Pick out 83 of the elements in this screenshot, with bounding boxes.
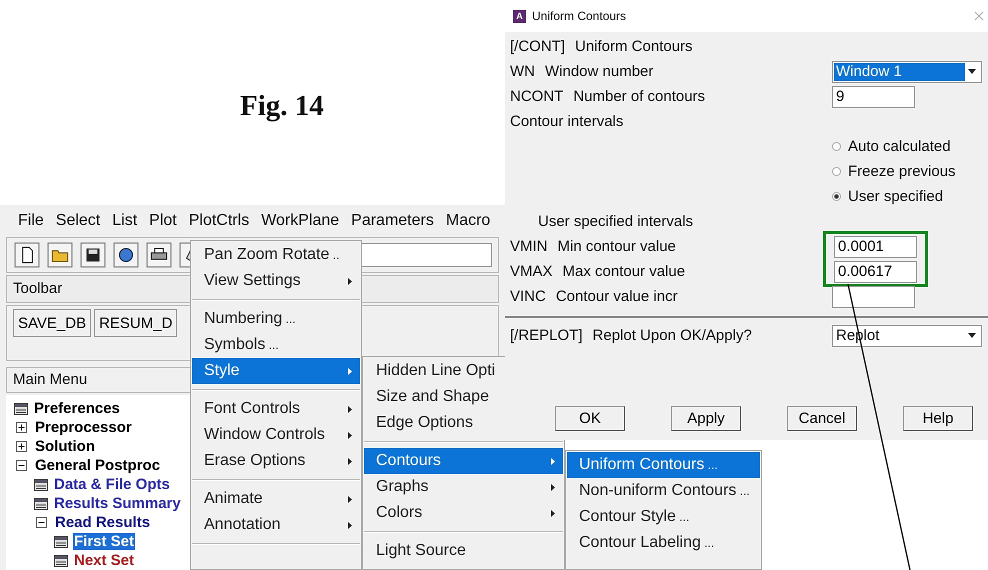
input-field[interactable]: 0.0001: [834, 236, 917, 258]
input-field[interactable]: 9: [832, 86, 915, 108]
menu-bar-item[interactable]: PlotCtrls: [182, 212, 256, 230]
parameter-code: NCONT: [510, 88, 564, 105]
menu-item[interactable]: Light Source: [364, 538, 563, 564]
dropdown-field[interactable]: Window 1: [832, 60, 982, 82]
menu-item[interactable]: Colors: [364, 500, 563, 526]
menu-item[interactable]: Animate: [192, 486, 360, 512]
new-file-icon[interactable]: [13, 242, 41, 268]
printer-icon[interactable]: [145, 242, 173, 268]
dialog-button[interactable]: Apply: [671, 406, 741, 431]
input-field[interactable]: [832, 286, 915, 308]
tree-item[interactable]: Data & File Opts: [53, 476, 171, 493]
expand-icon[interactable]: [16, 441, 27, 452]
parameter-code: WN: [510, 63, 535, 80]
form-icon: [54, 554, 68, 566]
form-icon: [54, 536, 68, 548]
menu-item[interactable]: Erase Options: [192, 448, 360, 474]
radio-button[interactable]: [832, 142, 841, 151]
app-icon: A: [513, 10, 526, 22]
menu-bar-item[interactable]: File: [12, 212, 50, 230]
folder-icon[interactable]: [46, 242, 74, 268]
tree-item[interactable]: Next Set: [73, 552, 136, 569]
form-icon: [14, 402, 28, 414]
menu-bar-item[interactable]: Macro: [440, 212, 496, 230]
collapse-icon[interactable]: [36, 517, 47, 528]
radio-option[interactable]: Auto calculated: [832, 138, 951, 155]
field-label: Window number: [545, 63, 654, 80]
radio-option[interactable]: Freeze previous: [832, 163, 956, 180]
section-label: Uniform Contours: [575, 38, 693, 55]
menu-item[interactable]: Contour Labeling ...: [567, 530, 760, 556]
field-label: Contour value incr: [556, 288, 678, 305]
section-label: User specified intervals: [538, 213, 694, 230]
section-label: Contour intervals: [510, 113, 624, 130]
tree-item[interactable]: General Postproc: [34, 457, 162, 474]
parameter-code: VINC: [510, 288, 546, 305]
parameter-code: VMAX: [510, 263, 553, 280]
menu-item[interactable]: Style: [192, 358, 360, 384]
menu-bar-item[interactable]: Plot: [143, 212, 183, 230]
radio-button[interactable]: [832, 167, 841, 176]
parameter-code: [/REPLOT]: [510, 327, 583, 344]
tree-item[interactable]: Results Summary: [53, 495, 182, 512]
input-field[interactable]: 0.00617: [834, 260, 917, 282]
field-label: Min contour value: [558, 238, 676, 255]
figure-caption: Fig. 14: [240, 90, 324, 123]
parameter-code: [/CONT]: [510, 38, 565, 55]
parameter-code: VMIN: [510, 238, 548, 255]
tree-item[interactable]: First Set: [73, 533, 136, 550]
menu-item[interactable]: Annotation: [192, 512, 360, 538]
toolbar-button[interactable]: RESUM_D: [94, 309, 178, 337]
menu-item[interactable]: Graphs: [364, 474, 563, 500]
menu-item[interactable]: Font Controls: [192, 396, 360, 422]
window-title: Uniform Contours: [532, 9, 628, 23]
menu-bar-item[interactable]: Select: [50, 212, 106, 230]
form-icon: [34, 478, 48, 490]
form-icon: [34, 498, 48, 510]
menu-item[interactable]: Symbols ...: [192, 332, 360, 358]
tree-item[interactable]: Preprocessor: [34, 419, 133, 436]
toolbar-button[interactable]: SAVE_DB: [13, 309, 92, 337]
caret-icon: [968, 333, 976, 338]
field-label: Number of contours: [573, 88, 706, 105]
field-label: Replot Upon OK/Apply?: [592, 327, 752, 344]
menu-item[interactable]: Window Controls: [192, 422, 360, 448]
menu-bar-item[interactable]: WorkPlane: [255, 212, 346, 230]
radio-button[interactable]: [832, 192, 841, 201]
field-label: Max contour value: [562, 263, 686, 280]
menu-item[interactable]: Non-uniform Contours ...: [567, 478, 760, 504]
menu-item[interactable]: Numbering ...: [192, 306, 360, 332]
menu-bar-item[interactable]: Parameters: [345, 212, 440, 230]
menu-item[interactable]: Contours: [364, 448, 563, 474]
radio-option[interactable]: User specified: [832, 188, 944, 205]
tree-item[interactable]: Solution: [34, 438, 96, 455]
dialog-button[interactable]: Help: [903, 406, 973, 431]
menu-bar-item[interactable]: List: [106, 212, 144, 230]
dialog-button[interactable]: OK: [555, 406, 625, 431]
tree-item[interactable]: Preferences: [33, 400, 121, 417]
dialog-button[interactable]: Cancel: [787, 406, 857, 431]
menu-item[interactable]: Contour Style ...: [567, 504, 760, 530]
caret-icon: [968, 69, 976, 74]
collapse-icon[interactable]: [16, 460, 27, 471]
tree-item[interactable]: Read Results: [54, 514, 152, 531]
menu-item[interactable]: Uniform Contours ...: [567, 452, 760, 478]
expand-icon[interactable]: [16, 422, 27, 433]
